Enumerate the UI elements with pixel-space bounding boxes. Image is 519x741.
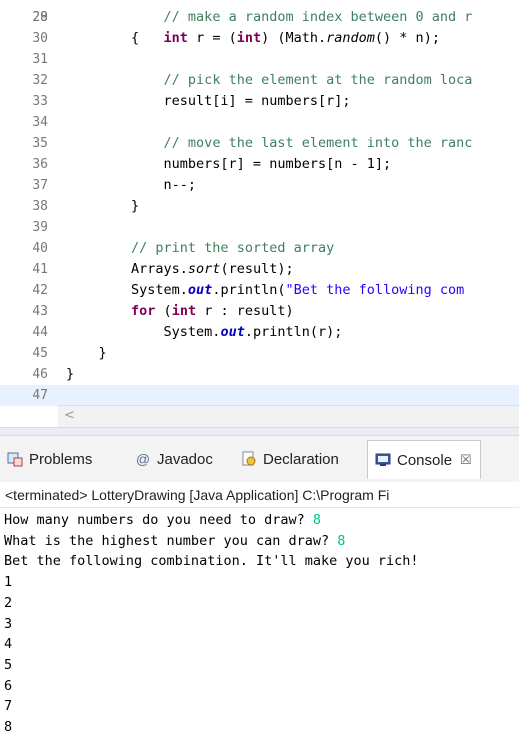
tab-javadoc-label: Javadoc — [157, 450, 213, 468]
code-line[interactable]: 47 — [0, 385, 519, 406]
code-line[interactable]: 30 int r = (int) (Math.random() * n); — [0, 28, 519, 49]
code-line[interactable]: 31 — [0, 49, 519, 70]
line-number: 46 — [32, 367, 48, 382]
console-line: 5 — [4, 656, 13, 673]
code-line[interactable]: 41 Arrays.sort(result); — [0, 259, 519, 280]
line-number: 36 — [32, 157, 48, 172]
console-output[interactable]: How many numbers do you need to draw? 8 W… — [0, 508, 519, 741]
code-line[interactable]: 42 System.out.println("Bet the following… — [0, 280, 519, 301]
console-line: 1 — [4, 574, 13, 591]
console-user-input: 8 — [337, 532, 346, 549]
line-number: 35 — [32, 136, 48, 151]
line-number: 38 — [32, 199, 48, 214]
at-sign-icon: @ — [135, 451, 151, 467]
line-number: 33 — [32, 94, 48, 109]
code-line[interactable]: 46} — [0, 364, 519, 385]
code-line[interactable]: 43 for (int r : result) — [0, 301, 519, 322]
code-text: // pick the element at the random loca — [163, 72, 473, 88]
code-line[interactable]: 32 // pick the element at the random loc… — [0, 70, 519, 91]
code-line[interactable]: 35 // move the last element into the ran… — [0, 133, 519, 154]
code-text: System.out.println(r); — [66, 324, 343, 340]
console-line: 3 — [4, 615, 13, 632]
tab-javadoc[interactable]: @ Javadoc — [134, 440, 213, 478]
pane-splitter[interactable] — [0, 427, 519, 436]
code-line[interactable]: 40 // print the sorted array — [0, 238, 519, 259]
line-number: 47 — [32, 388, 48, 403]
line-number: 42 — [32, 283, 48, 298]
code-line-stub: 28 { — [0, 0, 519, 46]
code-text: n--; — [66, 177, 197, 193]
code-line[interactable]: 36 numbers[r] = numbers[n - 1]; — [0, 154, 519, 175]
code-line[interactable]: 37 n--; — [0, 175, 519, 196]
line-number: 43 — [32, 304, 48, 319]
code-line[interactable]: 29 // make a random index between 0 and … — [0, 7, 519, 28]
line-number: 40 — [32, 241, 48, 256]
console-status: <terminated> LotteryDrawing [Java Applic… — [0, 482, 519, 508]
line-number: 41 — [32, 262, 48, 277]
line-number: 29 — [32, 10, 48, 25]
line-number: 30 — [32, 31, 48, 46]
code-line[interactable]: 34 — [0, 112, 519, 133]
code-text: System.out.println("Bet the following co… — [66, 282, 465, 298]
line-number: 39 — [32, 220, 48, 235]
tab-problems-label: Problems — [29, 450, 93, 468]
tab-console[interactable]: Console ☒ — [367, 440, 481, 479]
declaration-icon — [240, 450, 258, 468]
code-text: // make a random index between 0 and r — [163, 9, 473, 25]
tab-declaration[interactable]: Declaration — [240, 440, 339, 478]
code-text: result[i] = numbers[r]; — [66, 93, 351, 109]
line-number: 37 — [32, 178, 48, 193]
code-line[interactable]: 38 } — [0, 196, 519, 217]
code-line[interactable]: 39 — [0, 217, 519, 238]
code-text: // print the sorted array — [131, 240, 335, 256]
code-text: } — [66, 366, 75, 382]
console-line: 8 — [4, 719, 13, 735]
problems-icon — [6, 450, 24, 468]
console-line: 2 — [4, 594, 13, 611]
line-number: 34 — [32, 115, 48, 130]
editor-horizontal-scrollbar[interactable]: < — [58, 405, 519, 427]
tab-console-label: Console — [397, 451, 453, 469]
code-editor[interactable]: 28 { 29 // make a random index between 0… — [0, 0, 519, 427]
close-icon[interactable]: ☒ — [460, 452, 472, 468]
line-number: 44 — [32, 325, 48, 340]
console-user-input: 8 — [312, 512, 321, 528]
tab-problems[interactable]: Problems — [6, 440, 92, 478]
line-number: 45 — [32, 346, 48, 361]
console-icon — [374, 451, 392, 469]
console-line: What is the highest number you can draw?… — [4, 532, 346, 549]
console-line: 4 — [4, 636, 13, 653]
code-text: numbers[r] = numbers[n - 1]; — [66, 156, 392, 172]
code-text: for (int r : result) — [131, 303, 294, 319]
line-number: 31 — [32, 52, 48, 67]
code-text: Arrays.sort(result); — [66, 261, 294, 277]
code-text: int r = (int) (Math.random() * n); — [163, 30, 440, 46]
code-line[interactable]: 45 } — [0, 343, 519, 364]
console-line: 6 — [4, 677, 13, 694]
code-line[interactable]: 33 result[i] = numbers[r]; — [0, 91, 519, 112]
console-line: How many numbers do you need to draw? 8 — [4, 512, 321, 528]
code-text: } — [66, 345, 107, 361]
tab-declaration-label: Declaration — [263, 450, 339, 468]
scroll-left-icon[interactable]: < — [64, 408, 75, 423]
view-tab-bar: Problems @ Javadoc Declaration Console ☒ — [0, 436, 519, 483]
code-line[interactable]: 44 System.out.println(r); — [0, 322, 519, 343]
line-number: 32 — [32, 73, 48, 88]
console-line: Bet the following combination. It'll mak… — [4, 553, 419, 570]
console-line: 7 — [4, 698, 13, 715]
code-text: } — [66, 198, 140, 214]
code-text: // move the last element into the ranc — [163, 135, 473, 151]
